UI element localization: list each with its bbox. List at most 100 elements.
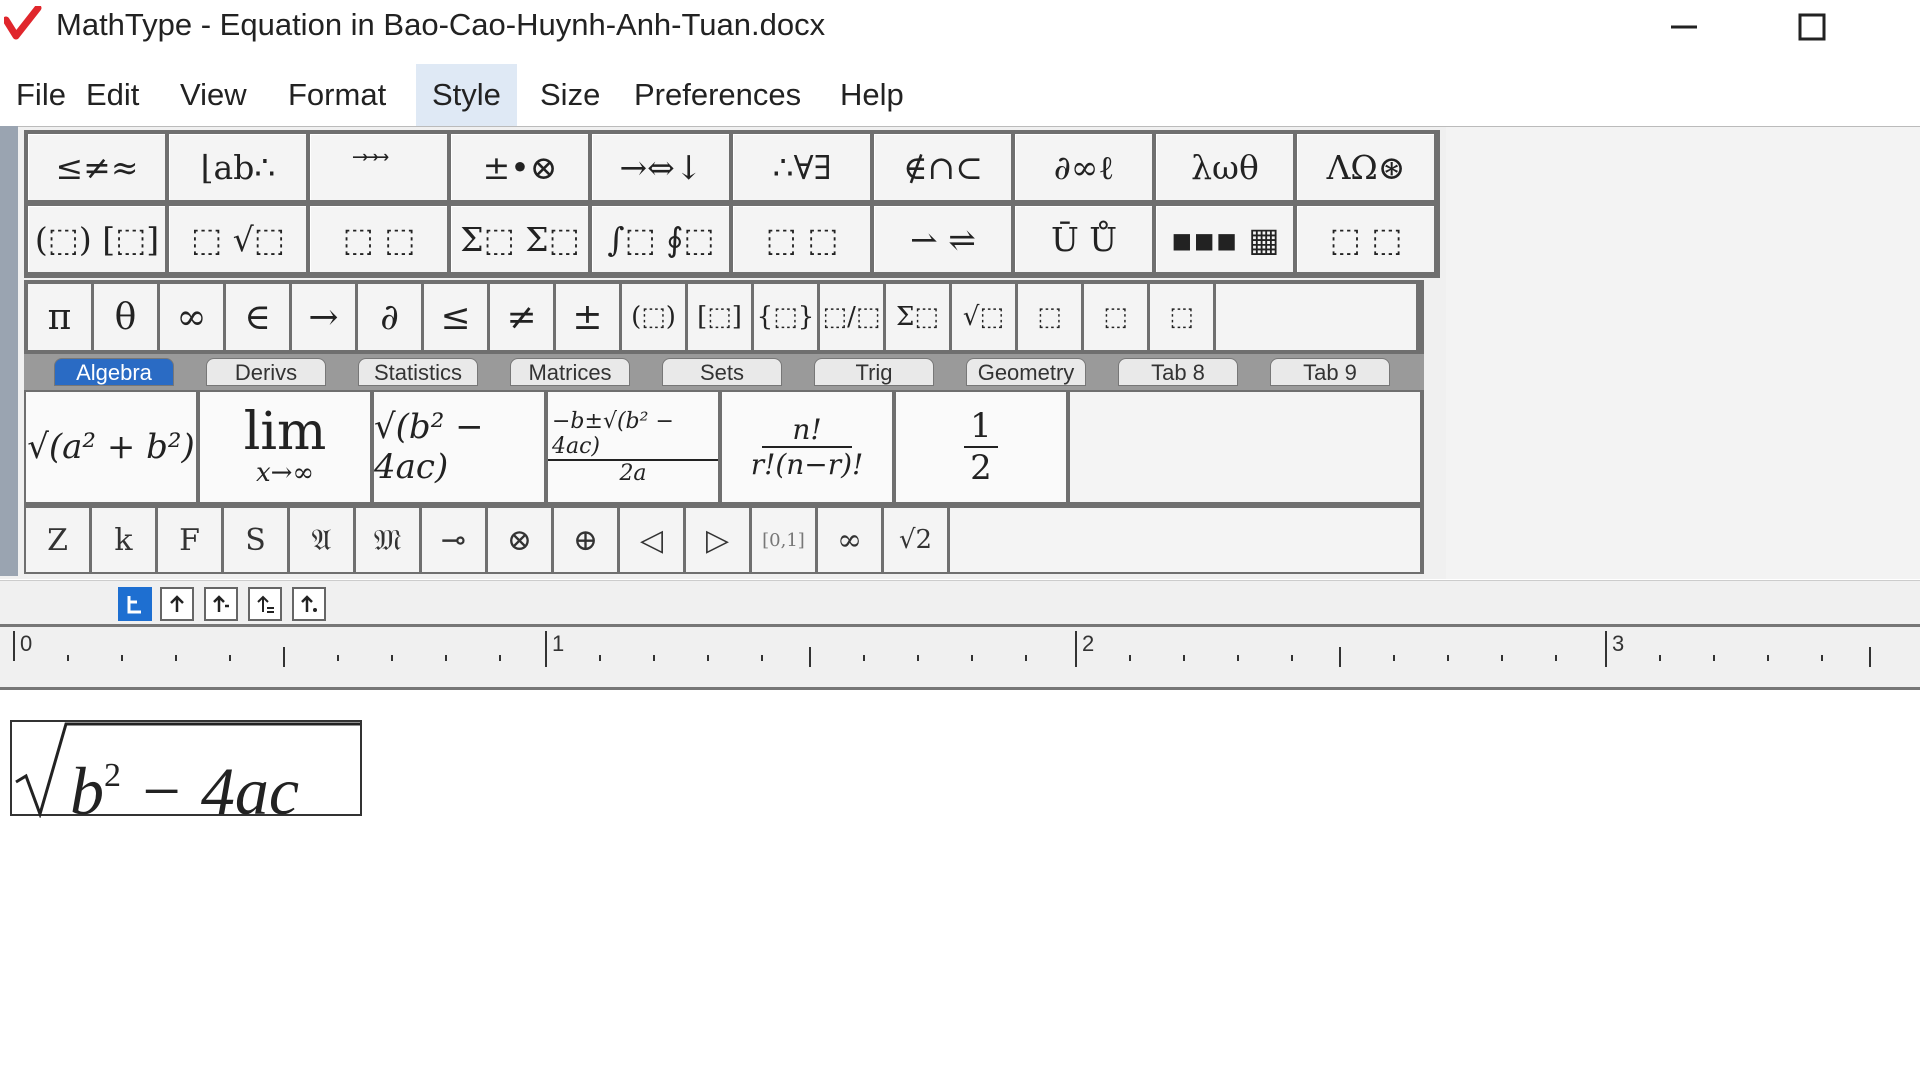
- ruler-label-2: 2: [1082, 631, 1095, 656]
- limit-subscript: x→∞: [255, 458, 315, 488]
- symbol-leq-button[interactable]: ≤: [424, 284, 487, 350]
- spaces-ellipses-palette-button[interactable]: ⌊ab∴: [169, 134, 306, 200]
- summation-template-button[interactable]: Σ⬚: [886, 284, 949, 350]
- subscript-template-button[interactable]: ⬚: [1084, 284, 1147, 350]
- tab-9[interactable]: Tab 9: [1270, 358, 1390, 386]
- integrals-palette-button[interactable]: ∫⬚ ∮⬚: [592, 206, 729, 272]
- up-arrow-equal-icon[interactable]: [248, 587, 282, 621]
- embellishments-palette-button[interactable]: ⃗ ⃗ ⃗: [310, 134, 447, 200]
- menu-format[interactable]: Format: [272, 64, 402, 126]
- ruler-ticks: [13, 631, 1871, 667]
- up-arrow-icon[interactable]: [160, 587, 194, 621]
- tab-align-icon[interactable]: [118, 587, 152, 621]
- symbol-infinity-button[interactable]: ∞: [160, 284, 223, 350]
- symbol-sqrt2-button[interactable]: √2: [884, 508, 947, 572]
- menu-style[interactable]: Style: [416, 64, 517, 126]
- toolbar-empty-area: [1446, 126, 1920, 579]
- fences-palette-button[interactable]: (⬚) [⬚]: [28, 206, 165, 272]
- symbol-infinity-small-button[interactable]: ∞: [818, 508, 881, 572]
- relations-palette-button[interactable]: ≤≠≈: [28, 134, 165, 200]
- menu-view[interactable]: View: [164, 64, 263, 126]
- braces-template-button[interactable]: {⬚}: [754, 284, 817, 350]
- symbol-plusminus-button[interactable]: ±: [556, 284, 619, 350]
- tab-matrices[interactable]: Matrices: [510, 358, 630, 386]
- symbol-multimap-button[interactable]: ⊸: [422, 508, 485, 572]
- up-arrow-dot-glyph-icon: [301, 595, 317, 612]
- menu-size[interactable]: Size: [524, 64, 616, 126]
- fraction-template-button[interactable]: ⬚/⬚: [820, 284, 883, 350]
- template-empty-slot: [1070, 392, 1420, 502]
- up-arrow-align-icon[interactable]: [204, 587, 238, 621]
- labeled-arrows-palette-button[interactable]: ⇀ ⇌: [874, 206, 1011, 272]
- symbol-interval-button[interactable]: [0,1]: [752, 508, 815, 572]
- title-bar: MathType - Equation in Bao-Cao-Huynh-Anh…: [0, 0, 1920, 58]
- nudge-toolbar: [0, 580, 1920, 625]
- half-numerator: 1: [964, 406, 998, 448]
- ruler-label-3: 3: [1612, 631, 1625, 656]
- symbol-s-button[interactable]: S: [224, 508, 287, 572]
- boxes-palette-button[interactable]: ⬚ ⬚: [1297, 206, 1434, 272]
- greek-upper-palette-button[interactable]: ΛΩ⊛: [1297, 134, 1434, 200]
- symbol-left-triangle-button[interactable]: ◁: [620, 508, 683, 572]
- symbol-element-of-button[interactable]: ∈: [226, 284, 289, 350]
- tab-trig[interactable]: Trig: [814, 358, 934, 386]
- arrows-palette-button[interactable]: →⇔↓: [592, 134, 729, 200]
- equation-selection-box[interactable]: b2 − 4ac: [10, 720, 362, 829]
- brackets-template-button[interactable]: [⬚]: [688, 284, 751, 350]
- menu-edit[interactable]: Edit: [70, 64, 155, 126]
- symbol-pi-button[interactable]: π: [28, 284, 91, 350]
- symbol-theta-button[interactable]: θ: [94, 284, 157, 350]
- misc-symbols-palette-button[interactable]: ∂∞ℓ: [1015, 134, 1152, 200]
- template-combination[interactable]: n! r!(n−r)!: [722, 392, 892, 502]
- set-theory-palette-button[interactable]: ∉∩⊂: [874, 134, 1011, 200]
- palette-panel: ≤≠≈ ⌊ab∴ ⃗ ⃗ ⃗ ±•⊗ →⇔↓ ∴∀∃ ∉∩⊂ ∂∞ℓ λωθ Λ…: [24, 130, 1440, 278]
- summations-palette-button[interactable]: Σ⬚ Σ⬚: [451, 206, 588, 272]
- menu-bar: File Edit View Format Style Size Prefere…: [0, 64, 1920, 126]
- parentheses-template-button[interactable]: (⬚): [622, 284, 685, 350]
- fractions-radicals-palette-button[interactable]: ⬚ √⬚: [169, 206, 306, 272]
- symbol-z-button[interactable]: Z: [26, 508, 89, 572]
- template-one-half[interactable]: 1 2: [896, 392, 1066, 502]
- symbol-otimes-button[interactable]: ⊗: [488, 508, 551, 572]
- expression-templates-bar: √(a² + b²) lim x→∞ √(b² − 4ac) −b±√(b² −…: [24, 390, 1424, 506]
- logic-palette-button[interactable]: ∴∀∃: [733, 134, 870, 200]
- maximize-button[interactable]: [1776, 0, 1848, 54]
- template-pythagorean[interactable]: √(a² + b²): [26, 392, 196, 502]
- tab-statistics[interactable]: Statistics: [358, 358, 478, 386]
- subsup-template-button[interactable]: ⬚: [1150, 284, 1213, 350]
- template-quadratic-formula[interactable]: −b±√(b² − 4ac) 2a: [548, 392, 718, 502]
- menu-help[interactable]: Help: [824, 64, 920, 126]
- tab-sets[interactable]: Sets: [662, 358, 782, 386]
- underbars-palette-button[interactable]: ⬚ ⬚: [733, 206, 870, 272]
- symbol-partial-button[interactable]: ∂: [358, 284, 421, 350]
- combination-numerator: n!: [762, 413, 852, 448]
- symbol-k-button[interactable]: k: [92, 508, 155, 572]
- tab-algebra[interactable]: Algebra: [54, 358, 174, 386]
- menu-preferences[interactable]: Preferences: [618, 64, 817, 126]
- tab-derivs[interactable]: Derivs: [206, 358, 326, 386]
- template-discriminant[interactable]: √(b² − 4ac): [374, 392, 544, 502]
- symbol-bar: π θ ∞ ∈ → ∂ ≤ ≠ ± (⬚) [⬚] {⬚} ⬚/⬚ Σ⬚ √⬚ …: [24, 280, 1424, 354]
- up-arrow-dot-icon[interactable]: [292, 587, 326, 621]
- superscript-template-button[interactable]: ⬚: [1018, 284, 1081, 350]
- matrices-palette-button[interactable]: ▪▪▪ ▦: [1156, 206, 1293, 272]
- symbol-oplus-button[interactable]: ⊕: [554, 508, 617, 572]
- radical-template-button[interactable]: √⬚: [952, 284, 1015, 350]
- symbol-neq-button[interactable]: ≠: [490, 284, 553, 350]
- equation-editor[interactable]: b2 − 4ac: [0, 690, 1920, 1080]
- subscripts-palette-button[interactable]: ⬚ ⬚: [310, 206, 447, 272]
- operators-palette-button[interactable]: ±•⊗: [451, 134, 588, 200]
- products-palette-button[interactable]: Ū Ů: [1015, 206, 1152, 272]
- minimize-button[interactable]: [1648, 0, 1720, 54]
- template-limit[interactable]: lim x→∞: [200, 392, 370, 502]
- greek-lower-palette-button[interactable]: λωθ: [1156, 134, 1293, 200]
- symbol-fraktur-m-button[interactable]: 𝔐: [356, 508, 419, 572]
- equation-variable-b: b: [70, 753, 104, 829]
- symbol-f-button[interactable]: F: [158, 508, 221, 572]
- symbol-right-triangle-button[interactable]: ▷: [686, 508, 749, 572]
- tab-8[interactable]: Tab 8: [1118, 358, 1238, 386]
- symbol-fraktur-a-button[interactable]: 𝔄: [290, 508, 353, 572]
- symbol-arrow-button[interactable]: →: [292, 284, 355, 350]
- equation-content: b2 − 4ac: [70, 736, 299, 831]
- tab-geometry[interactable]: Geometry: [966, 358, 1086, 386]
